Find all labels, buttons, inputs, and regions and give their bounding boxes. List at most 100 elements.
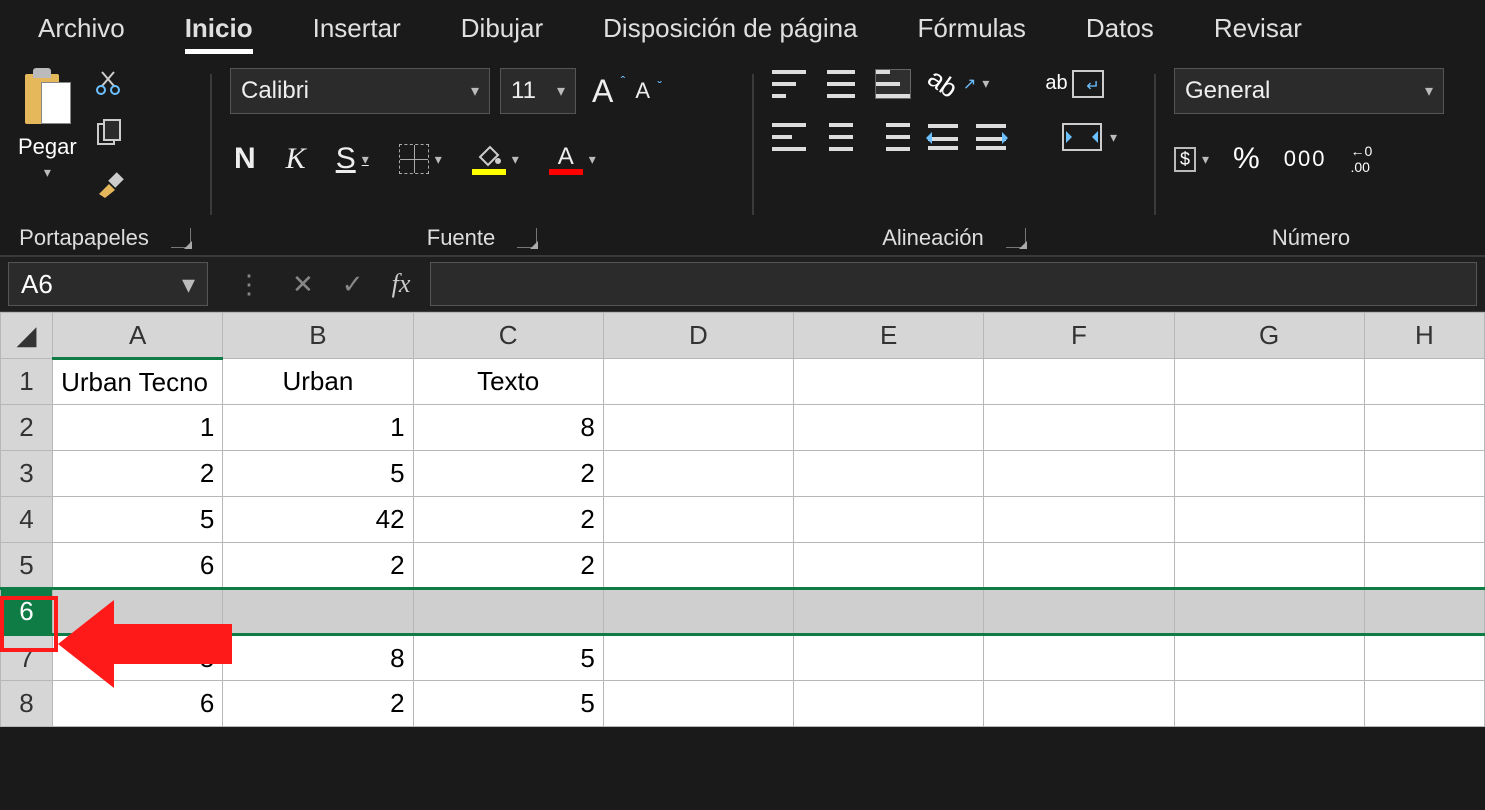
cell[interactable]: Urban Tecno [53,359,223,405]
cell[interactable]: 5 [53,497,223,543]
paste-label[interactable]: Pegar [18,134,77,160]
cell[interactable]: 2 [413,497,603,543]
format-painter-icon[interactable] [95,168,127,200]
increase-indent-icon[interactable] [976,124,1006,150]
percent-button[interactable]: % [1233,142,1260,176]
cell[interactable] [53,589,223,635]
namebox-expand-icon[interactable]: ⋮ [236,269,264,300]
wrap-text-button[interactable]: ab [1045,70,1103,98]
cell[interactable] [1364,543,1484,589]
accept-formula-icon[interactable]: ✓ [342,269,364,300]
cell[interactable] [984,405,1174,451]
cell[interactable]: 5 [53,635,223,681]
col-header-a[interactable]: A [53,313,223,359]
cell[interactable] [1364,497,1484,543]
cell[interactable] [1174,359,1364,405]
align-center-icon[interactable] [824,123,858,151]
cell[interactable] [794,405,984,451]
formula-input[interactable] [430,262,1477,306]
row-header[interactable]: 3 [1,451,53,497]
currency-button[interactable]: $▾ [1174,147,1209,172]
cell[interactable] [603,635,793,681]
cell[interactable]: 6 [53,543,223,589]
col-header-b[interactable]: B [223,313,413,359]
cell[interactable] [1364,635,1484,681]
cell[interactable] [984,359,1174,405]
row-header[interactable]: 4 [1,497,53,543]
cell[interactable]: 6 [53,681,223,727]
align-middle-icon[interactable] [824,70,858,98]
cell[interactable] [794,681,984,727]
cell[interactable] [984,681,1174,727]
cell[interactable]: 8 [413,405,603,451]
tab-inicio[interactable]: Inicio [155,3,283,56]
decrease-indent-icon[interactable] [928,124,958,150]
cell[interactable] [603,405,793,451]
cell[interactable] [794,635,984,681]
tab-datos[interactable]: Datos [1056,3,1184,56]
cell[interactable]: 2 [53,451,223,497]
borders-button[interactable]: ▾ [395,144,446,174]
cell[interactable] [603,359,793,405]
cell[interactable] [1174,543,1364,589]
cell[interactable] [984,589,1174,635]
cell[interactable]: 42 [223,497,413,543]
cell[interactable]: 5 [223,451,413,497]
orientation-button[interactable]: ab↗▾ [928,68,989,99]
col-header-d[interactable]: D [603,313,793,359]
font-size-combo[interactable]: 11▾ [500,68,576,114]
cell[interactable] [603,589,793,635]
font-color-button[interactable]: A ▾ [545,143,600,175]
cell[interactable] [1364,405,1484,451]
cell[interactable]: Urban [223,359,413,405]
align-top-icon[interactable] [772,70,806,98]
decrease-font-icon[interactable]: Aˇ [629,78,656,104]
fill-color-button[interactable]: ▾ [468,143,523,175]
cell[interactable] [794,543,984,589]
cell[interactable]: 2 [413,451,603,497]
increase-font-icon[interactable]: Aˆ [586,73,619,110]
tab-insertar[interactable]: Insertar [283,3,431,56]
italic-button[interactable]: K [282,142,310,176]
underline-button[interactable]: S▾ [332,142,373,176]
cell[interactable]: Texto [413,359,603,405]
col-header-g[interactable]: G [1174,313,1364,359]
clipboard-dialog-launcher[interactable] [171,228,191,248]
cell[interactable] [984,497,1174,543]
col-header-c[interactable]: C [413,313,603,359]
copy-icon[interactable] [96,118,126,148]
increase-decimal-icon[interactable]: ←0.00 [1350,143,1372,175]
select-all-corner[interactable]: ◢ [1,313,53,359]
tab-formulas[interactable]: Fórmulas [888,3,1056,56]
row-header[interactable]: 5 [1,543,53,589]
cell[interactable] [603,543,793,589]
row-header[interactable]: 6 [1,589,53,635]
cell[interactable] [603,681,793,727]
row-header[interactable]: 7 [1,635,53,681]
fx-label[interactable]: fx [392,269,411,299]
cell[interactable] [794,497,984,543]
col-header-h[interactable]: H [1364,313,1484,359]
paste-icon[interactable] [19,68,75,132]
cell[interactable] [1174,451,1364,497]
cell[interactable] [1174,589,1364,635]
cell[interactable]: 5 [413,681,603,727]
paste-dropdown[interactable]: ▾ [44,164,51,181]
align-bottom-icon[interactable] [876,70,910,98]
cell[interactable] [1174,405,1364,451]
tab-archivo[interactable]: Archivo [8,3,155,56]
cell[interactable] [1174,681,1364,727]
cell[interactable]: 2 [223,681,413,727]
cell[interactable] [984,635,1174,681]
thousands-button[interactable]: 000 [1284,146,1327,172]
cell[interactable]: 2 [413,543,603,589]
cell[interactable]: 8 [223,635,413,681]
row-header[interactable]: 2 [1,405,53,451]
cell[interactable] [603,451,793,497]
font-name-combo[interactable]: Calibri▾ [230,68,490,114]
tab-dibujar[interactable]: Dibujar [431,3,573,56]
cell[interactable]: 1 [53,405,223,451]
bold-button[interactable]: N [230,142,260,176]
cell[interactable] [1364,681,1484,727]
tab-revisar[interactable]: Revisar [1184,3,1332,56]
